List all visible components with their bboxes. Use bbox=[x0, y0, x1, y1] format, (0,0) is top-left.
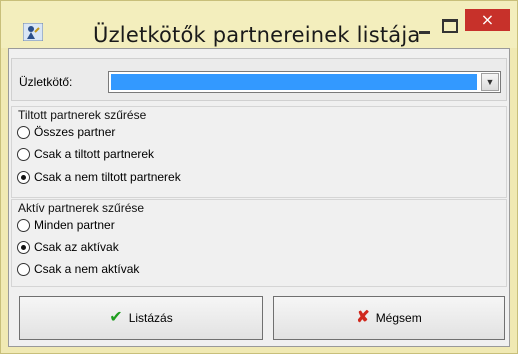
radio-only-inactive[interactable]: Csak a nem aktívak bbox=[17, 261, 139, 277]
window-title: Üzletkötők partnereinek listája bbox=[93, 23, 421, 47]
checkmark-icon: ✔ bbox=[109, 309, 123, 326]
radio-label: Csak a tiltott partnerek bbox=[34, 147, 155, 161]
partner-selected-value bbox=[111, 74, 477, 90]
app-icon bbox=[23, 23, 43, 41]
radio-button-icon[interactable] bbox=[17, 240, 30, 254]
radio-button-icon[interactable] bbox=[17, 218, 30, 232]
cancel-button-label: Mégsem bbox=[375, 311, 422, 325]
partner-label: Üzletkötő: bbox=[19, 75, 73, 89]
radio-every-partner[interactable]: Minden partner bbox=[17, 217, 115, 233]
list-button-label: Listázás bbox=[128, 311, 173, 325]
dialog-body: Üzletkötő: ▼ Tiltott partnerek szűrése Ö… bbox=[8, 48, 510, 347]
title-bar[interactable]: Üzletkötők partnereinek listája × bbox=[1, 1, 517, 48]
radio-button-icon[interactable] bbox=[17, 125, 30, 139]
radio-only-banned[interactable]: Csak a tiltott partnerek bbox=[17, 146, 154, 162]
partner-row: Üzletkötő: ▼ bbox=[11, 58, 507, 101]
radio-button-icon[interactable] bbox=[17, 147, 30, 161]
radio-only-active[interactable]: Csak az aktívak bbox=[17, 239, 119, 255]
x-icon: ✘ bbox=[356, 309, 370, 326]
radio-button-icon[interactable] bbox=[17, 262, 30, 276]
radio-label: Csak az aktívak bbox=[34, 240, 119, 254]
radio-label: Összes partner bbox=[34, 125, 116, 139]
cancel-button[interactable]: ✘ Mégsem bbox=[273, 296, 505, 340]
radio-label: Minden partner bbox=[34, 218, 115, 232]
banned-filter-group: Tiltott partnerek szűrése Összes partner… bbox=[11, 106, 507, 198]
radio-button-icon[interactable] bbox=[17, 170, 30, 184]
close-icon: × bbox=[480, 10, 495, 29]
active-filter-group: Aktív partnerek szűrése Minden partner C… bbox=[11, 199, 507, 287]
radio-all-partners[interactable]: Összes partner bbox=[17, 124, 115, 140]
maximize-button[interactable] bbox=[437, 15, 461, 35]
partner-combobox[interactable]: ▼ bbox=[108, 71, 501, 93]
radio-label: Csak a nem aktívak bbox=[34, 262, 140, 276]
list-button[interactable]: ✔ Listázás bbox=[19, 296, 263, 340]
dialog-window: Üzletkötők partnereinek listája × Üzletk… bbox=[0, 0, 518, 354]
chevron-down-icon[interactable]: ▼ bbox=[481, 73, 499, 91]
banned-filter-title: Tiltott partnerek szűrése bbox=[18, 108, 147, 122]
minimize-button[interactable] bbox=[413, 19, 437, 39]
radio-only-not-banned[interactable]: Csak a nem tiltott partnerek bbox=[17, 169, 181, 185]
active-filter-title: Aktív partnerek szűrése bbox=[18, 201, 145, 215]
radio-label: Csak a nem tiltott partnerek bbox=[34, 170, 181, 184]
close-button[interactable]: × bbox=[465, 9, 510, 31]
